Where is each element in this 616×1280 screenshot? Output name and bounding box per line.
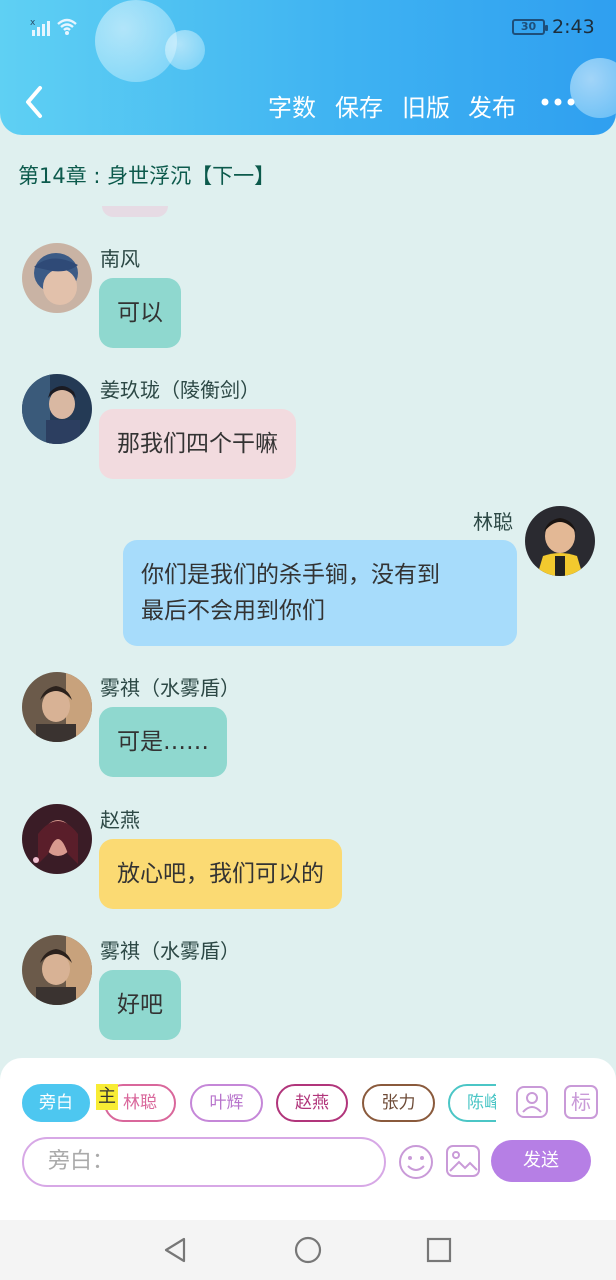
message-bubble[interactable]: 可是…… xyxy=(99,707,227,777)
more-options-button[interactable] xyxy=(540,90,576,114)
clock: 2:43 xyxy=(552,16,595,38)
avatar[interactable] xyxy=(22,804,92,874)
image-button[interactable] xyxy=(445,1143,481,1183)
square-recents-icon xyxy=(426,1237,452,1263)
sender-name: 赵燕 xyxy=(100,808,140,832)
chapter-title[interactable]: 第14章 : 身世浮沉【下一】 xyxy=(18,160,275,190)
back-button[interactable] xyxy=(20,82,50,122)
image-icon xyxy=(446,1145,480,1177)
nav-recents-button[interactable] xyxy=(426,1237,452,1267)
avatar[interactable] xyxy=(22,243,92,313)
avatar[interactable] xyxy=(22,672,92,742)
smiley-icon xyxy=(399,1145,433,1179)
decor-bubble xyxy=(570,58,616,118)
message-line: 最后不会用到你们 xyxy=(141,598,325,624)
nav-home-button[interactable] xyxy=(293,1235,323,1269)
avatar[interactable] xyxy=(525,506,595,576)
svg-text:x: x xyxy=(30,18,36,28)
sender-name: 雾祺（水雾盾） xyxy=(100,676,240,700)
word-count-button[interactable]: 字数 xyxy=(268,88,316,123)
sender-name: 南风 xyxy=(100,247,140,271)
role-chip-zhaoyan[interactable]: 赵燕 xyxy=(276,1084,348,1122)
signal-icon: x xyxy=(30,18,52,42)
sender-name: 姜玖珑（陵衡剑） xyxy=(100,378,260,402)
message-bubble[interactable]: 那我们四个干嘛 xyxy=(99,409,296,479)
person-icon xyxy=(516,1086,548,1118)
app-header: x 30 2:43 字数 保存 旧版 发布 xyxy=(0,0,616,135)
role-manager-button[interactable] xyxy=(515,1085,549,1123)
nav-back-button[interactable] xyxy=(162,1236,190,1268)
system-nav-bar xyxy=(0,1220,616,1280)
circle-home-icon xyxy=(294,1236,322,1264)
publish-button[interactable]: 发布 xyxy=(468,88,516,123)
role-chip-chenfeng[interactable]: 陈峰 xyxy=(448,1084,496,1122)
chip-scroll-clip: 陈峰 xyxy=(448,1084,496,1122)
status-bar: x 30 2:43 xyxy=(0,0,616,56)
role-chip-narrator[interactable]: 旁白 xyxy=(22,1084,90,1122)
triangle-back-icon xyxy=(164,1237,186,1263)
sender-name: 林聪 xyxy=(473,510,513,534)
avatar[interactable] xyxy=(22,374,92,444)
old-version-button[interactable]: 旧版 xyxy=(402,88,450,123)
emoji-button[interactable] xyxy=(397,1143,435,1185)
message-bubble[interactable]: 好吧 xyxy=(99,970,181,1040)
role-chip-zhangli[interactable]: 张力 xyxy=(362,1084,435,1122)
avatar[interactable] xyxy=(22,935,92,1005)
role-chip-yehui[interactable]: 叶辉 xyxy=(190,1084,263,1122)
wifi-icon xyxy=(56,16,78,42)
chevron-left-icon xyxy=(26,86,42,118)
previous-message-fragment xyxy=(102,206,168,217)
more-icon xyxy=(541,98,575,106)
message-line: 你们是我们的杀手锏，没有到 xyxy=(141,562,440,588)
main-role-badge: 主 xyxy=(96,1084,118,1110)
battery-icon: 30 xyxy=(512,19,548,35)
save-button[interactable]: 保存 xyxy=(335,88,383,123)
message-bubble[interactable]: 放心吧，我们可以的 xyxy=(99,839,342,909)
message-input[interactable]: 旁白： xyxy=(22,1137,386,1187)
sender-name: 雾祺（水雾盾） xyxy=(100,939,240,963)
tag-button[interactable]: 标 xyxy=(564,1085,598,1119)
message-bubble[interactable]: 可以 xyxy=(99,278,181,348)
send-button[interactable]: 发送 xyxy=(491,1140,591,1182)
message-bubble[interactable]: 你们是我们的杀手锏，没有到 最后不会用到你们 xyxy=(123,540,517,646)
